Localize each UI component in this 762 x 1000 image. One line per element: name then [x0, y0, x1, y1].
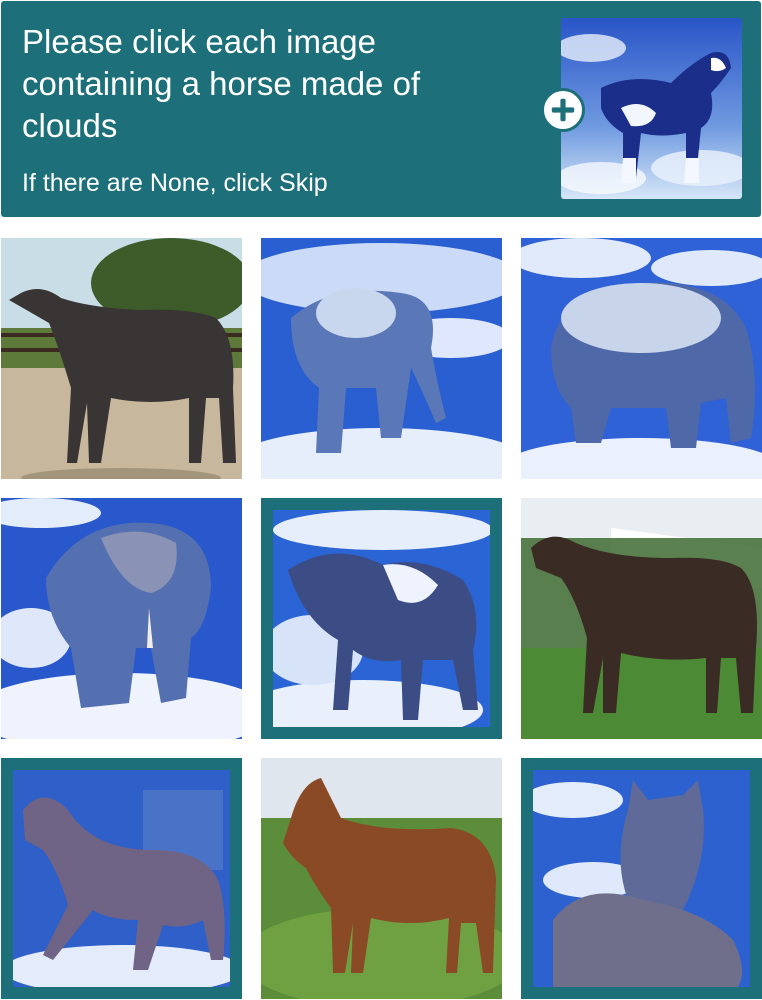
challenge-subprompt: If there are None, click Skip [22, 169, 328, 197]
image-tile[interactable] [261, 238, 502, 479]
tile-image-brown-horse [521, 498, 762, 739]
tile-image-cloud-elephant-front [1, 498, 242, 739]
image-tile[interactable] [521, 238, 762, 479]
image-tile-selected[interactable] [521, 758, 762, 999]
image-tile-selected[interactable] [261, 498, 502, 739]
tile-image-cloud-horse [273, 510, 490, 727]
tile-image-cloud-elephant [521, 238, 762, 479]
image-tile-selected[interactable] [1, 758, 242, 999]
image-grid [0, 236, 762, 1000]
image-tile[interactable] [1, 498, 242, 739]
image-tile[interactable] [521, 498, 762, 739]
challenge-header: Please click each image containing a hor… [1, 1, 761, 217]
tile-image-cloud-horse-foal [533, 770, 750, 987]
image-tile[interactable] [261, 758, 502, 999]
tile-image-cloud-horse-trotting [13, 770, 230, 987]
image-tile[interactable] [1, 238, 242, 479]
tile-image-cloud-elephant-walking [261, 238, 502, 479]
tile-image-chestnut-horse [261, 758, 502, 999]
example-image [561, 18, 742, 199]
expand-example-button[interactable] [541, 88, 585, 132]
tile-image-dark-horse [1, 238, 242, 479]
challenge-prompt: Please click each image containing a hor… [22, 23, 421, 144]
plus-icon [551, 98, 575, 122]
